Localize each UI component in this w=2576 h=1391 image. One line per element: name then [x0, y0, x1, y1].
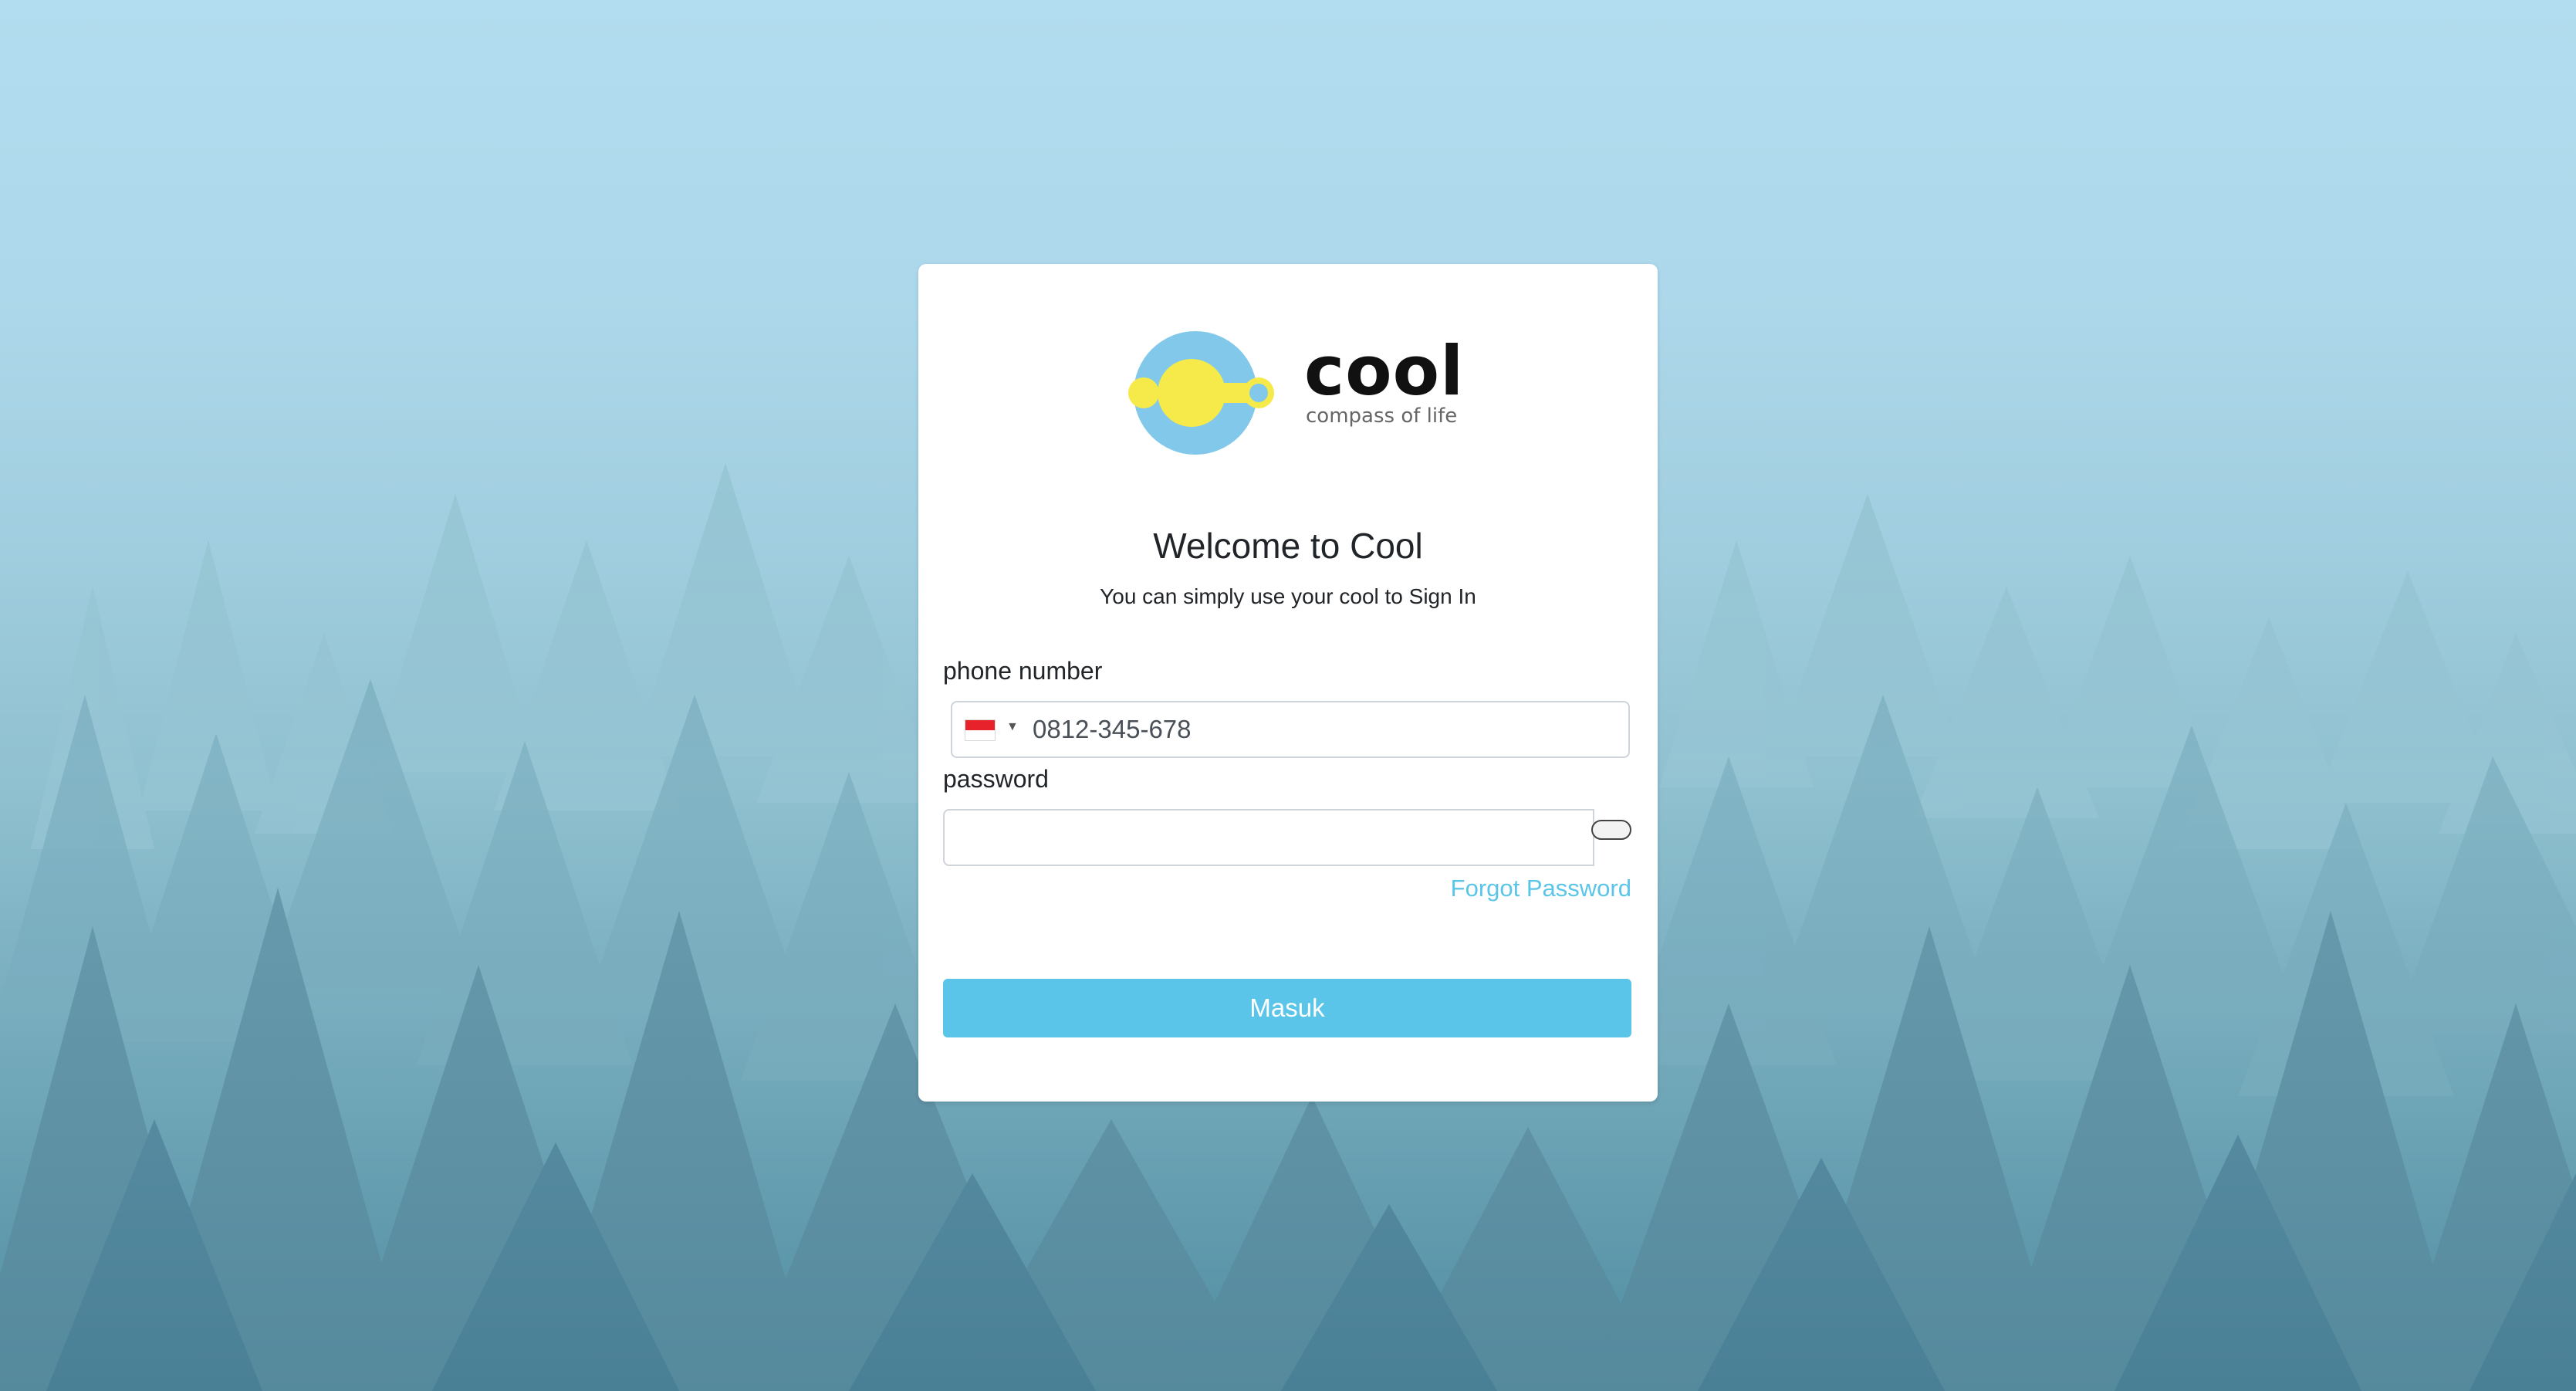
page-subtitle: You can simply use your cool to Sign In: [1100, 584, 1476, 608]
password-label: password: [943, 765, 1049, 793]
brand-name: cool: [1304, 331, 1465, 411]
country-dropdown-caret-icon[interactable]: ▼: [1006, 721, 1019, 733]
phone-input[interactable]: [1033, 709, 1619, 750]
brand-tagline: compass of life: [1306, 404, 1458, 428]
login-card: cool compass of life Welcome to Cool You…: [918, 264, 1658, 1102]
password-input[interactable]: [943, 809, 1594, 866]
country-flag-icon[interactable]: [965, 719, 996, 741]
login-page: cool compass of life Welcome to Cool You…: [0, 0, 2576, 1391]
forgot-password-link[interactable]: Forgot Password: [1451, 874, 1631, 902]
phone-label: phone number: [943, 657, 1103, 685]
password-visibility-toggle-button[interactable]: [1591, 820, 1631, 840]
sign-in-button[interactable]: Masuk: [943, 979, 1631, 1037]
page-title: Welcome to Cool: [1153, 526, 1423, 566]
phone-field: ▼: [951, 701, 1630, 758]
